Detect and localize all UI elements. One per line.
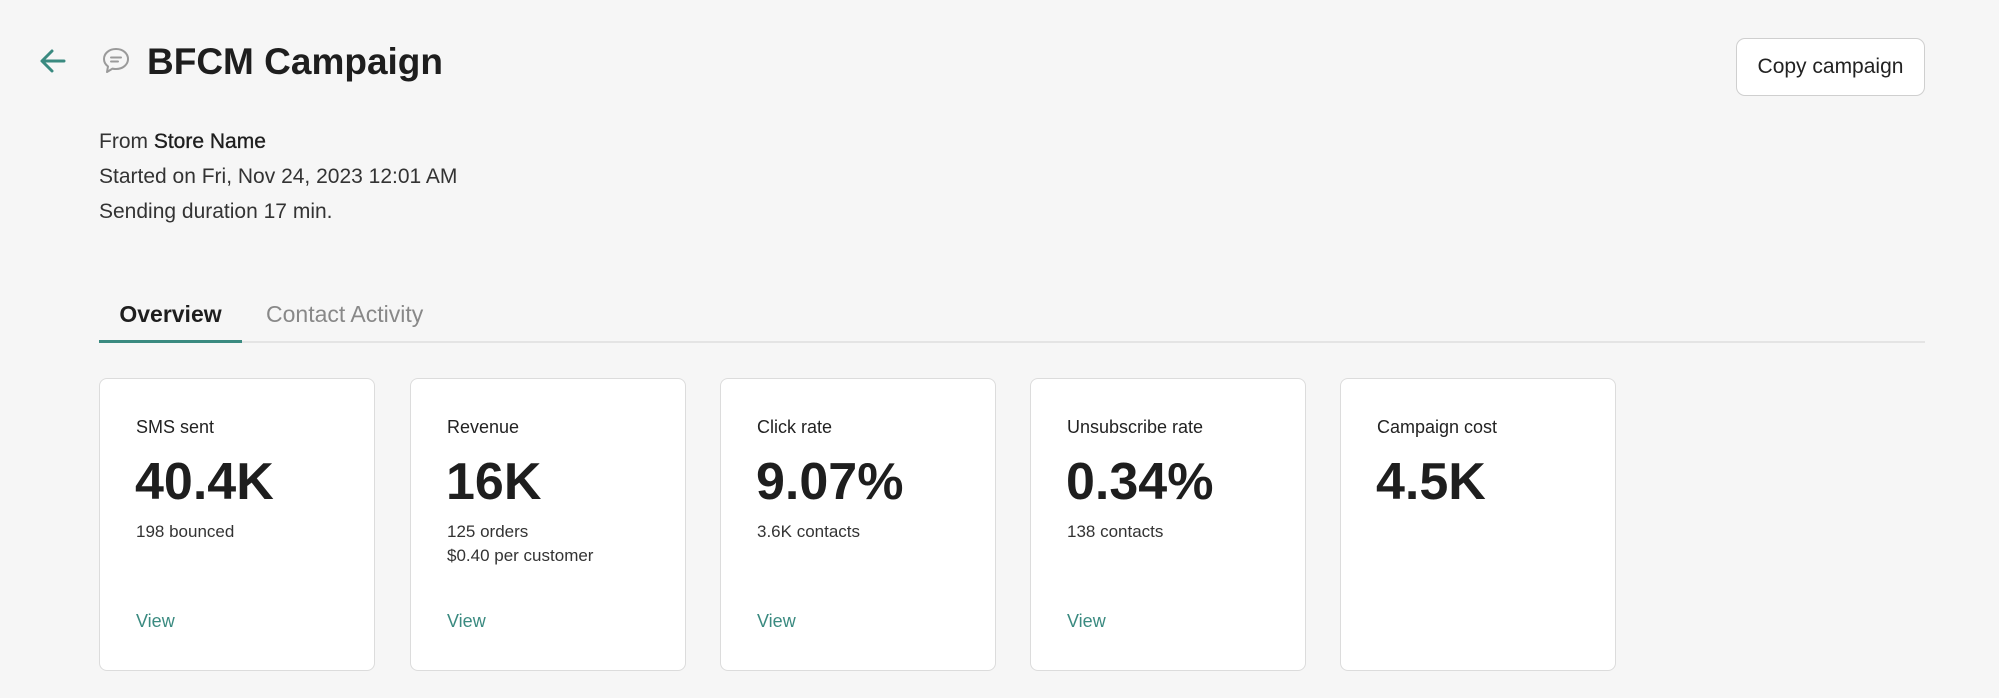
started-line: Started on Fri, Nov 24, 2023 12:01 AM bbox=[99, 165, 458, 188]
store-name: Store Name bbox=[153, 130, 266, 153]
stat-value: 9.07% bbox=[756, 453, 904, 511]
stat-detail-line: 198 bounced bbox=[136, 522, 235, 541]
from-prefix: From bbox=[99, 130, 148, 153]
stat-detail: 125 orders $0.40 per customer bbox=[447, 520, 593, 568]
stat-card-sms-sent: SMS sent 40.4K 198 bounced View bbox=[99, 378, 375, 671]
stat-card-unsubscribe-rate: Unsubscribe rate 0.34% 138 contacts View bbox=[1030, 378, 1306, 671]
page-title: BFCM Campaign bbox=[147, 41, 443, 82]
back-arrow-icon[interactable] bbox=[36, 44, 70, 78]
chat-bubble-icon bbox=[103, 48, 129, 73]
stat-card-revenue: Revenue 16K 125 orders $0.40 per custome… bbox=[410, 378, 686, 671]
tab-overview[interactable]: Overview bbox=[99, 290, 242, 343]
stat-card-campaign-cost: Campaign cost 4.5K bbox=[1340, 378, 1616, 671]
stat-label: Campaign cost bbox=[1377, 417, 1498, 437]
view-click-rate-link[interactable]: View bbox=[757, 611, 796, 632]
stat-value: 4.5K bbox=[1376, 453, 1486, 511]
stat-detail-line: 138 contacts bbox=[1067, 522, 1164, 541]
view-sms-sent-link[interactable]: View bbox=[136, 611, 175, 632]
tab-bar: Overview Contact Activity bbox=[99, 290, 1925, 343]
stat-detail: 198 bounced bbox=[136, 520, 234, 544]
duration-line: Sending duration 17 min. bbox=[99, 200, 333, 223]
stat-value: 16K bbox=[446, 453, 542, 511]
from-line: From Store Name bbox=[99, 124, 457, 159]
stat-card-click-rate: Click rate 9.07% 3.6K contacts View bbox=[720, 378, 996, 671]
stat-detail: 138 contacts bbox=[1067, 520, 1163, 544]
campaign-meta: From Store Name Started on Fri, Nov 24, … bbox=[99, 124, 457, 229]
view-revenue-link[interactable]: View bbox=[447, 611, 486, 632]
stat-detail: 3.6K contacts bbox=[757, 520, 860, 544]
stat-label: Unsubscribe rate bbox=[1067, 417, 1204, 437]
stat-label: Revenue bbox=[447, 417, 520, 437]
stat-value: 0.34% bbox=[1066, 453, 1214, 511]
stat-label: SMS sent bbox=[136, 417, 215, 437]
stat-detail-line: $0.40 per customer bbox=[447, 546, 594, 565]
copy-campaign-button[interactable]: Copy campaign bbox=[1736, 38, 1925, 96]
stat-value: 40.4K bbox=[135, 453, 274, 511]
tab-contact-activity[interactable]: Contact Activity bbox=[266, 290, 423, 343]
stat-detail-line: 3.6K contacts bbox=[757, 522, 861, 541]
view-unsubscribe-rate-link[interactable]: View bbox=[1067, 611, 1106, 632]
stat-label: Click rate bbox=[757, 417, 833, 437]
stat-detail-line: 125 orders bbox=[447, 522, 529, 541]
